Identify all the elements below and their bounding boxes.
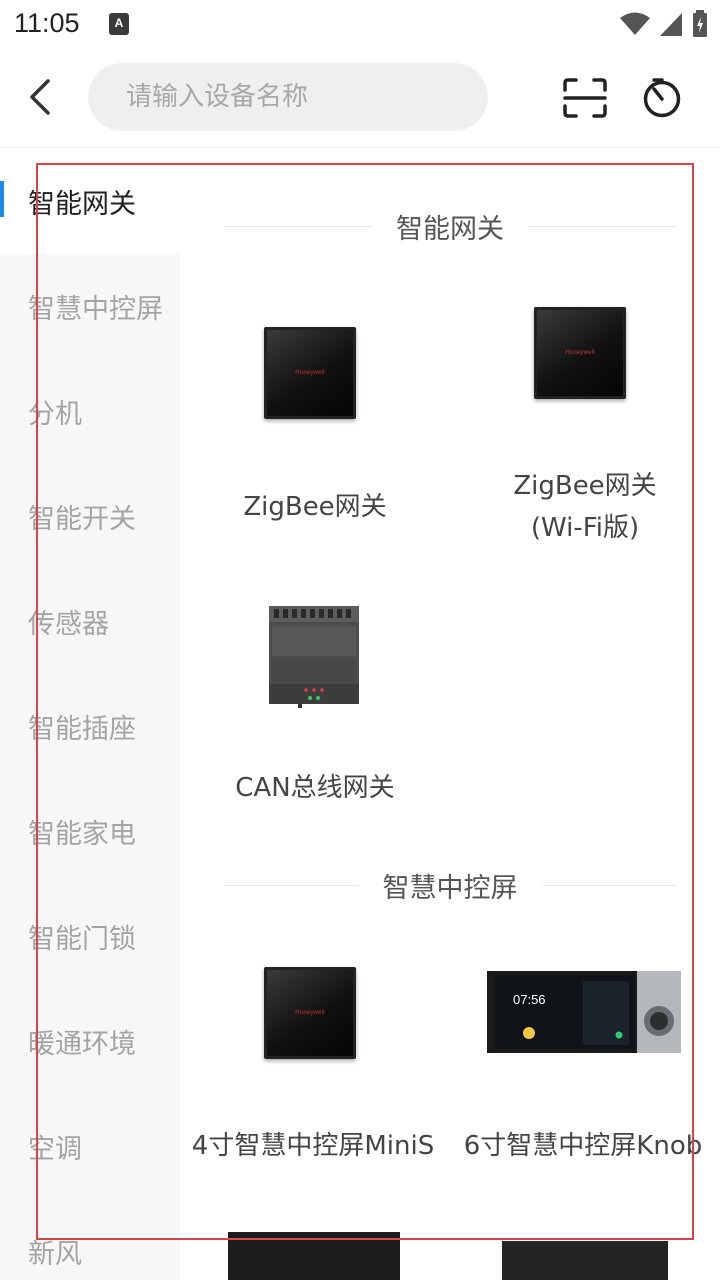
sidebar-item-label: 传感器 [28, 609, 109, 640]
divider [224, 225, 372, 227]
search-input[interactable] [126, 63, 466, 131]
section-title-gateway: 智能网关 [224, 206, 676, 246]
back-button[interactable] [20, 77, 60, 117]
product-card[interactable]: Honeywell 4寸智慧中控屏MiniS [180, 939, 450, 1179]
battery-icon [693, 10, 707, 37]
sidebar-item-label: 智能网关 [28, 189, 136, 220]
sidebar-item-smart-gateway[interactable]: 智能网关 [0, 149, 180, 254]
sidebar-item-central-screen[interactable]: 智慧中控屏 [0, 254, 180, 359]
search-box[interactable] [88, 63, 488, 131]
product-image[interactable] [502, 1241, 668, 1280]
active-indicator [0, 181, 4, 217]
sidebar-item-sensor[interactable]: 传感器 [0, 569, 180, 674]
product-name: CAN总线网关 [235, 773, 395, 803]
sidebar-item-smart-switch[interactable]: 智能开关 [0, 464, 180, 569]
sidebar-item-label: 暖通环境 [28, 1029, 136, 1060]
sidebar-item-smart-lock[interactable]: 智能门锁 [0, 884, 180, 989]
sidebar-item-label: 分机 [28, 399, 82, 430]
sidebar-item-air-conditioner[interactable]: 空调 [0, 1094, 180, 1199]
scan-button[interactable] [562, 77, 608, 119]
cell-signal-icon [660, 13, 682, 36]
brand-logo: Honeywell [295, 370, 325, 376]
timer-icon [643, 78, 681, 118]
product-card[interactable]: Honeywell ZigBee网关 [180, 299, 450, 539]
app-notification-icon: A [109, 13, 129, 35]
sidebar-item-smart-socket[interactable]: 智能插座 [0, 674, 180, 779]
wifi-icon [620, 12, 650, 35]
sidebar-item-extension[interactable]: 分机 [0, 359, 180, 464]
status-time: 11:05 [14, 8, 80, 38]
product-card[interactable]: Honeywell ZigBee网关 (Wi-Fi版) [450, 299, 720, 559]
product-name: 4寸智慧中控屏MiniS [191, 1131, 435, 1161]
sidebar-item-label: 智能门锁 [28, 924, 136, 955]
section-title-label: 智能网关 [396, 213, 504, 245]
chevron-left-icon [30, 79, 50, 115]
sidebar-item-hvac[interactable]: 暖通环境 [0, 989, 180, 1094]
screen-time: 07:56 [513, 992, 546, 1007]
product-image [487, 971, 681, 1053]
section-title-central-screen: 智慧中控屏 [224, 865, 676, 905]
sidebar-item-label: 智能插座 [28, 714, 136, 745]
divider [224, 884, 359, 886]
product-card[interactable]: CAN总线网关 [180, 599, 450, 819]
category-sidebar: 智能网关 智慧中控屏 分机 智能开关 传感器 智能插座 智能家电 智能门锁 暖通… [0, 149, 180, 1280]
product-image: Honeywell [534, 307, 626, 399]
divider [528, 225, 676, 227]
header [0, 50, 720, 148]
status-icons [620, 10, 708, 38]
product-image[interactable] [228, 1232, 400, 1280]
product-image [269, 606, 359, 708]
sidebar-item-smart-appliance[interactable]: 智能家电 [0, 779, 180, 884]
sidebar-item-fresh-air[interactable]: 新风 [0, 1199, 180, 1280]
product-card[interactable]: 07:56 6寸智慧中控屏Knob [450, 939, 720, 1179]
scan-icon [563, 78, 607, 118]
product-name: ZigBee网关 [243, 492, 387, 522]
product-image: Honeywell [264, 327, 356, 419]
sidebar-item-label: 新风 [28, 1239, 82, 1270]
product-name: 6寸智慧中控屏Knob [463, 1131, 703, 1161]
divider [541, 884, 676, 886]
sidebar-item-label: 智慧中控屏 [28, 294, 163, 325]
brand-logo: Honeywell [565, 350, 595, 356]
product-image: Honeywell [264, 967, 356, 1059]
brand-logo: Honeywell [295, 1010, 325, 1016]
sidebar-item-label: 智能家电 [28, 819, 136, 850]
sidebar-item-label: 空调 [28, 1134, 82, 1165]
section-title-label: 智慧中控屏 [382, 872, 518, 904]
timer-button[interactable] [640, 76, 684, 120]
product-list: 智能网关 Honeywell ZigBee网关 Honeywell ZigBee… [180, 149, 720, 1280]
product-name: ZigBee网关 (Wi-Fi版) [513, 471, 657, 543]
sidebar-item-label: 智能开关 [28, 504, 136, 535]
status-bar: 11:05 A [0, 0, 720, 50]
